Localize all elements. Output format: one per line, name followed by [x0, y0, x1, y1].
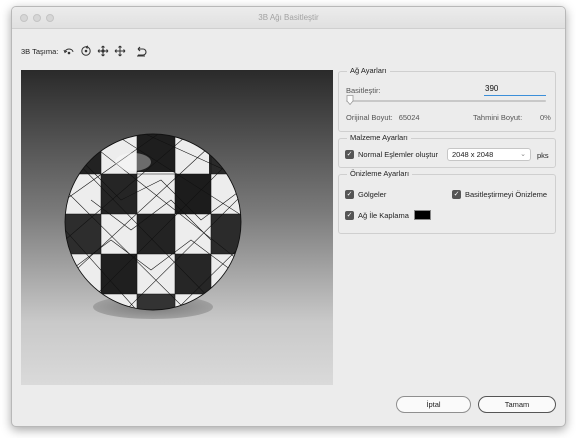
normal-maps-checkbox-row[interactable]: ✓ Normal Eşlemler oluştur — [345, 150, 438, 159]
title-bar: 3B Ağı Basitleştir — [12, 7, 565, 29]
3d-move-label: 3B Taşıma: — [21, 46, 59, 56]
preview-simplify-label: Basitleştirmeyi Önizleme — [465, 190, 548, 199]
cancel-button[interactable]: İptal — [396, 396, 471, 413]
mesh-settings-title: Ağ Ayarları — [347, 66, 390, 75]
mesh-overlay-checkbox-row[interactable]: ✓ Ağ İle Kaplama — [345, 210, 431, 220]
original-size-label: Orijinal Boyut: — [346, 113, 393, 122]
shadows-checkbox[interactable]: ✓ — [345, 190, 354, 199]
simplify-slider-track[interactable] — [346, 100, 546, 102]
roll-icon[interactable] — [79, 44, 93, 58]
mesh-overlay-label: Ağ İle Kaplama — [358, 210, 409, 220]
mesh-overlay-color-swatch[interactable] — [413, 210, 431, 220]
preview-simplify-checkbox-row[interactable]: ✓ Basitleştirmeyi Önizleme — [452, 190, 547, 199]
original-size-value: 65024 — [398, 113, 420, 122]
texture-size-select[interactable]: 2048 x 2048 ⌄ — [447, 148, 531, 161]
shadows-label: Gölgeler — [358, 190, 387, 199]
rotate-icon[interactable] — [62, 44, 76, 58]
material-settings-title: Malzeme Ayarları — [347, 133, 411, 142]
mesh-sphere-preview — [64, 133, 242, 319]
estimated-size-value: 0% — [540, 113, 551, 122]
shadows-checkbox-row[interactable]: ✓ Gölgeler — [345, 190, 386, 199]
slide-icon[interactable] — [113, 44, 127, 58]
simplify-slider-thumb[interactable] — [346, 95, 354, 105]
ok-button[interactable]: Tamam — [478, 396, 556, 413]
texture-size-value: 2048 x 2048 — [452, 150, 494, 159]
simplify-input[interactable]: 390 — [484, 84, 546, 96]
material-settings-group: Malzeme Ayarları ✓ Normal Eşlemler oluşt… — [338, 133, 556, 168]
mesh-settings-group: Ağ Ayarları Basitleştir: 390 Orijinal Bo… — [338, 66, 556, 132]
preview-settings-title: Önizleme Ayarları — [347, 169, 413, 178]
simplify-label: Basitleştir: — [346, 86, 381, 95]
mesh-overlay-checkbox[interactable]: ✓ — [345, 210, 354, 220]
simplify-mesh-dialog: 3B Ağı Basitleştir 3B Taşıma: Ağ Ayarlar… — [11, 6, 566, 427]
window-title: 3B Ağı Basitleştir — [258, 13, 319, 22]
reset-icon[interactable] — [134, 44, 148, 58]
3d-move-toolbar: 3B Taşıma: — [21, 43, 151, 59]
normal-maps-checkbox[interactable]: ✓ — [345, 150, 354, 159]
preview-settings-group: Önizleme Ayarları ✓ Gölgeler ✓ Basitleşt… — [338, 169, 556, 234]
chevron-down-icon: ⌄ — [520, 151, 526, 158]
drag-icon[interactable] — [96, 44, 110, 58]
estimated-size-label: Tahmini Boyut: — [473, 113, 523, 122]
preview-simplify-checkbox[interactable]: ✓ — [452, 190, 461, 199]
normal-maps-label: Normal Eşlemler oluştur — [358, 150, 439, 159]
3d-preview-canvas[interactable] — [21, 70, 333, 385]
texture-size-unit: pks — [537, 151, 549, 160]
